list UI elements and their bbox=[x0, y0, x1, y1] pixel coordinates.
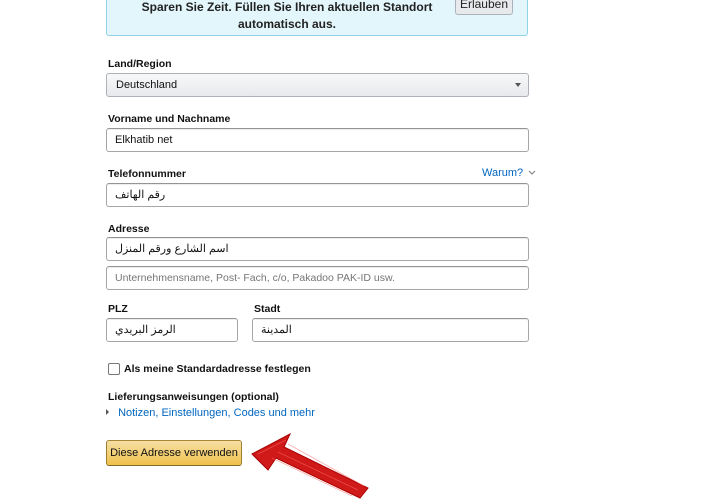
banner-text-line2: automatisch aus. bbox=[237, 17, 337, 31]
allow-location-button[interactable]: Erlauben bbox=[455, 0, 513, 15]
red-arrow-annotation bbox=[251, 432, 369, 499]
chevron-down-icon bbox=[515, 83, 521, 87]
banner-text-line1: Sparen Sie Zeit. Füllen Sie Ihren aktuel… bbox=[141, 0, 433, 14]
postal-code-input[interactable]: الرمز البريدي bbox=[106, 318, 238, 342]
full-name-label: Vorname und Nachname bbox=[108, 113, 231, 125]
location-banner: Sparen Sie Zeit. Füllen Sie Ihren aktuel… bbox=[106, 0, 528, 36]
postal-code-value: الرمز البريدي bbox=[115, 324, 176, 336]
phone-label: Telefonnummer bbox=[108, 168, 186, 180]
address-line2-input[interactable]: Unternehmensname, Post- Fach, c/o, Pakad… bbox=[106, 266, 529, 290]
full-name-input[interactable]: Elkhatib net bbox=[106, 128, 529, 152]
delivery-instructions-label: Lieferungsanweisungen (optional) bbox=[108, 391, 279, 403]
country-select[interactable]: Deutschland bbox=[106, 73, 529, 97]
why-phone-link-text: Warum? bbox=[482, 167, 524, 179]
address-label: Adresse bbox=[108, 223, 150, 235]
address-line1-input[interactable]: اسم الشارع ورقم المنزل bbox=[106, 237, 529, 261]
city-value: المدينة bbox=[261, 324, 292, 336]
default-address-label[interactable]: Als meine Standardadresse festlegen bbox=[124, 363, 311, 375]
phone-input-value: رقم الهاتف bbox=[115, 189, 166, 201]
country-label: Land/Region bbox=[108, 58, 172, 70]
delivery-instructions-expander[interactable]: Notizen, Einstellungen, Codes und mehr bbox=[105, 407, 315, 419]
caret-right-icon bbox=[106, 409, 109, 415]
why-phone-link[interactable]: Warum? bbox=[482, 167, 536, 179]
phone-input[interactable]: رقم الهاتف bbox=[106, 183, 529, 207]
use-this-address-button[interactable]: Diese Adresse verwenden bbox=[106, 440, 242, 466]
address-line1-value: اسم الشارع ورقم المنزل bbox=[115, 243, 229, 255]
country-selected-value: Deutschland bbox=[116, 79, 178, 91]
location-banner-text: Sparen Sie Zeit. Füllen Sie Ihren aktuel… bbox=[137, 0, 437, 33]
city-label: Stadt bbox=[254, 303, 281, 315]
chevron-down-icon bbox=[528, 170, 536, 175]
delivery-instructions-expander-text: Notizen, Einstellungen, Codes und mehr bbox=[118, 407, 315, 419]
city-input[interactable]: المدينة bbox=[252, 318, 529, 342]
default-address-checkbox[interactable] bbox=[108, 363, 120, 375]
postal-code-label: PLZ bbox=[108, 303, 128, 315]
